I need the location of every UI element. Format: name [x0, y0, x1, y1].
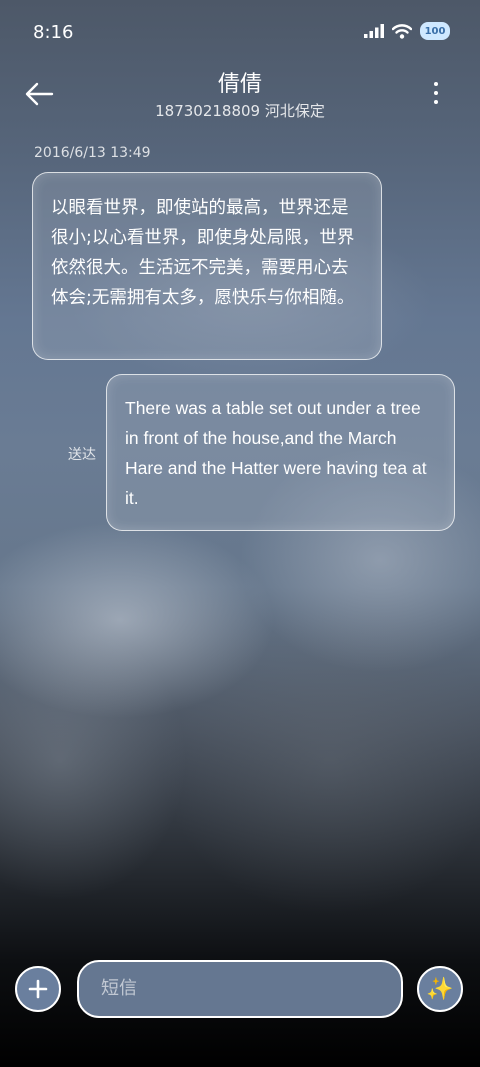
wifi-icon — [392, 23, 412, 39]
compose-bar: 短信 ✨ — [0, 955, 480, 1025]
message-timestamp: 2016/6/13 13:49 — [34, 145, 151, 161]
delivery-status: 送达 — [68, 447, 96, 463]
sparkle-icon: ✨ — [426, 976, 454, 1002]
battery-icon: 100 — [420, 22, 450, 40]
contact-number-location: 18730218809 河北保定 — [155, 102, 325, 120]
battery-level: 100 — [424, 25, 446, 37]
outgoing-message-bubble[interactable]: There was a table set out under a tree i… — [106, 374, 455, 531]
plus-icon — [28, 979, 48, 999]
signal-icon — [364, 24, 384, 38]
more-vertical-icon[interactable] — [432, 82, 440, 106]
add-attachment-button[interactable] — [15, 966, 61, 1012]
contact-name[interactable]: 倩倩 — [0, 66, 480, 98]
status-icons: 100 — [364, 22, 450, 40]
status-bar: 8:16 100 — [0, 0, 480, 66]
incoming-message-bubble[interactable]: 以眼看世界，即使站的最高，世界还是很小;以心看世界，即使身处局限，世界依然很大。… — [32, 172, 382, 360]
status-time: 8:16 — [33, 22, 74, 43]
sms-input[interactable]: 短信 — [77, 960, 403, 1018]
ai-assist-button[interactable]: ✨ — [417, 966, 463, 1012]
conversation-header: 倩倩 18730218809 河北保定 — [0, 66, 480, 126]
